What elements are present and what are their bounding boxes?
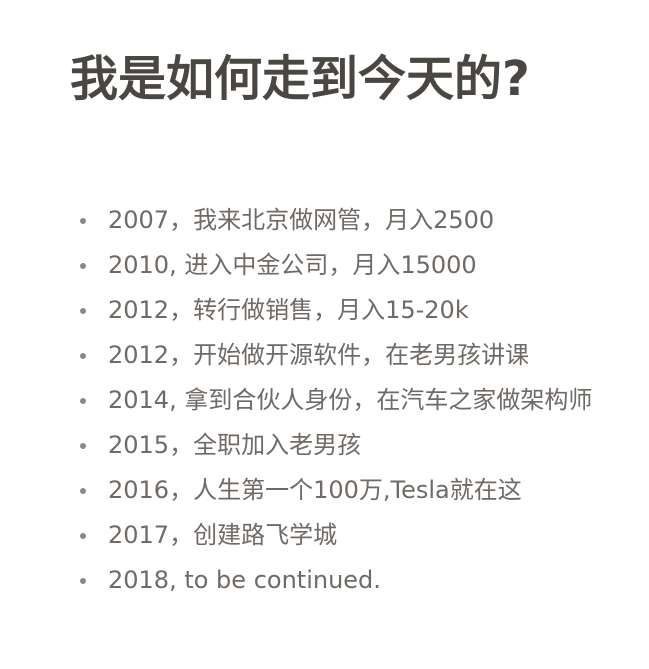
page-title: 我是如何走到今天的?	[70, 51, 530, 107]
list-item-text: 2018, to be continued.	[108, 566, 381, 594]
bullet-icon	[80, 217, 86, 224]
list-item-text: 2014, 拿到合伙人身份，在汽车之家做架构师	[108, 386, 593, 414]
list-item: 2014, 拿到合伙人身份，在汽车之家做架构师	[74, 378, 634, 423]
bullet-icon	[80, 487, 86, 494]
list-item: 2017，创建路飞学城	[74, 513, 634, 558]
list-item-text: 2012，转行做销售，月入15-20k	[108, 296, 469, 324]
bullet-icon	[80, 577, 86, 584]
list-item: 2016，人生第一个100万,Tesla就在这	[74, 468, 634, 513]
list-item-text: 2017，创建路飞学城	[108, 521, 338, 549]
bullet-icon	[80, 262, 86, 269]
list-item: 2018, to be continued.	[74, 558, 634, 603]
list-item-text: 2012，开始做开源软件，在老男孩讲课	[108, 341, 530, 369]
list-item-text: 2007，我来北京做网管，月入2500	[108, 206, 495, 234]
list-item: 2015，全职加入老男孩	[74, 423, 634, 468]
list-item-text: 2010, 进入中金公司，月入15000	[108, 251, 477, 279]
list-item: 2010, 进入中金公司，月入15000	[74, 243, 634, 288]
list-item: 2007，我来北京做网管，月入2500	[74, 198, 634, 243]
bullet-icon	[80, 397, 86, 404]
bullet-icon	[80, 307, 86, 314]
slide: 我是如何走到今天的? 2007，我来北京做网管，月入2500 2010, 进入中…	[0, 0, 649, 669]
list-item: 2012，转行做销售，月入15-20k	[74, 288, 634, 333]
bullet-icon	[80, 532, 86, 539]
list-item: 2012，开始做开源软件，在老男孩讲课	[74, 333, 634, 378]
list-item-text: 2016，人生第一个100万,Tesla就在这	[108, 476, 522, 504]
bullet-icon	[80, 352, 86, 359]
bullet-icon	[80, 442, 86, 449]
list-item-text: 2015，全职加入老男孩	[108, 431, 362, 459]
timeline-list: 2007，我来北京做网管，月入2500 2010, 进入中金公司，月入15000…	[74, 198, 634, 603]
